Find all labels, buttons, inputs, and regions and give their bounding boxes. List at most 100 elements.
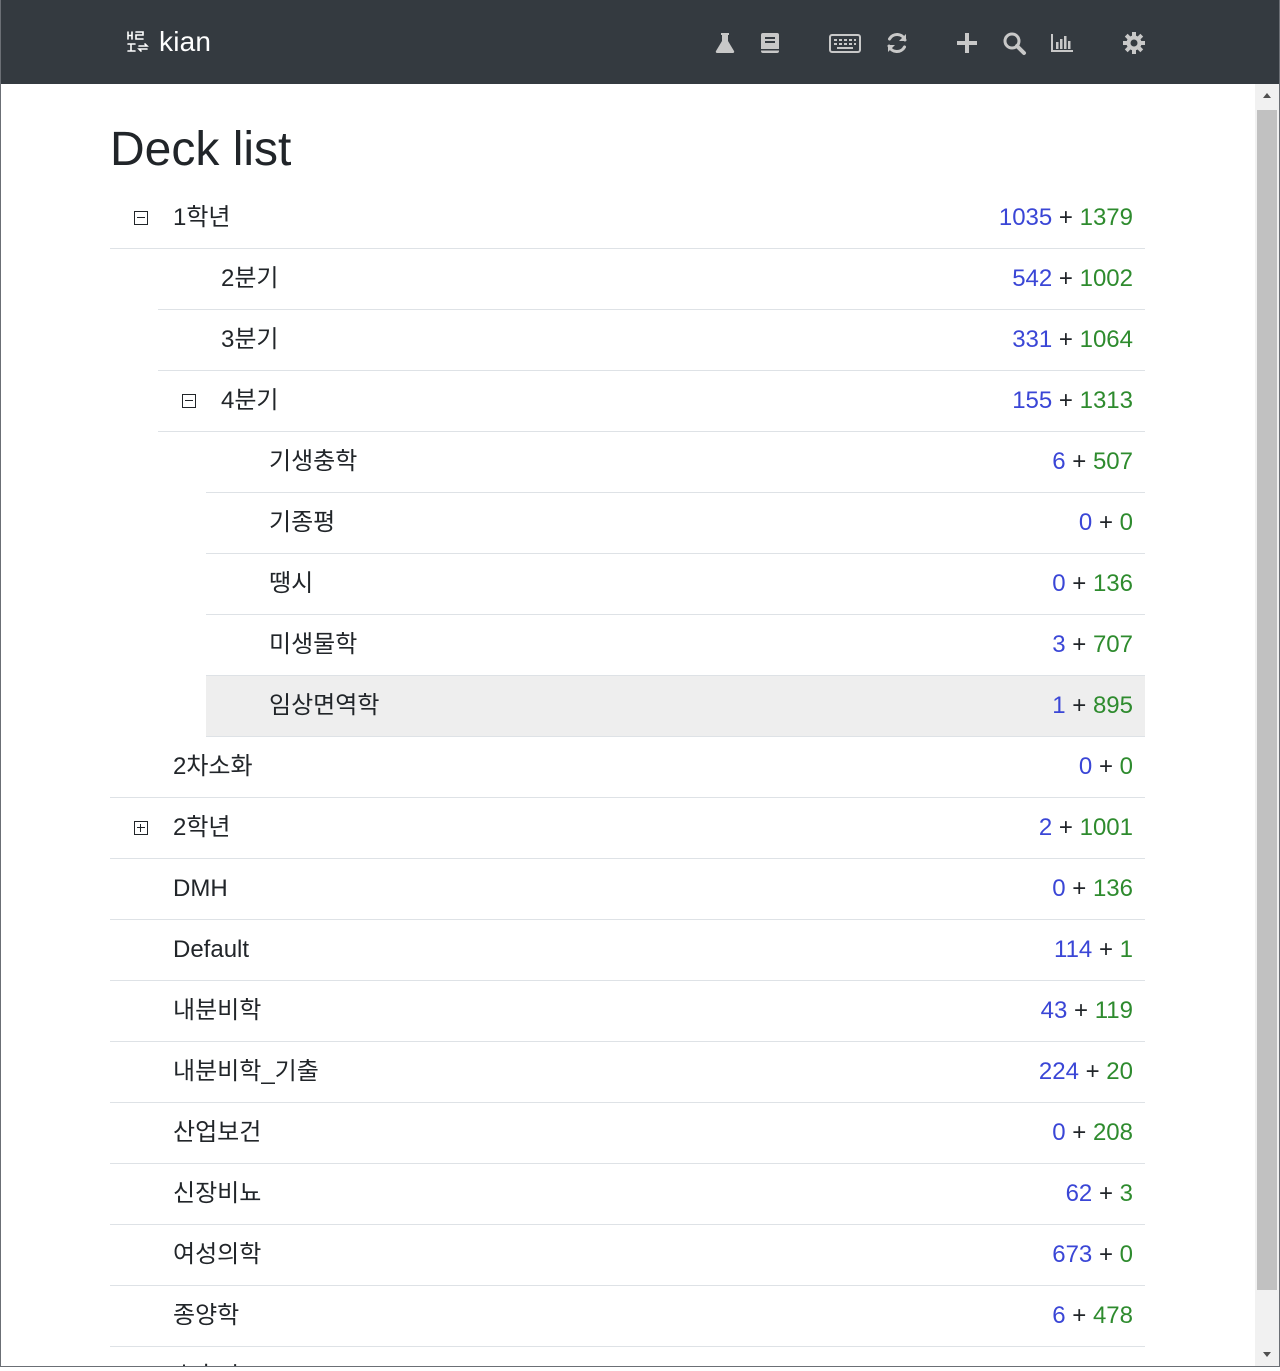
deck-counts: 6 + 478: [1052, 1286, 1133, 1346]
deck-row[interactable]: 임상면역학 1 + 895: [206, 676, 1145, 737]
scroll-up-arrow-icon[interactable]: [1255, 84, 1279, 106]
main-content: Deck list 1학년 1035 + 1379 2분기 542 + 1002 3분기…: [0, 84, 1255, 1367]
due-count: 0: [1052, 875, 1066, 902]
due-count: 0: [1078, 509, 1093, 536]
deck-row[interactable]: Default 114 + 1: [110, 920, 1145, 981]
expand-toggle-icon[interactable]: [134, 821, 148, 835]
flask-icon[interactable]: [712, 30, 738, 56]
deck-name[interactable]: 3분기: [221, 310, 279, 370]
deck-name[interactable]: 산업보건: [173, 1103, 261, 1163]
plus-icon[interactable]: [954, 30, 980, 56]
book-icon[interactable]: [757, 30, 783, 56]
deck-list: 1학년 1035 + 1379 2분기 542 + 1002 3분기 331 + 1064…: [110, 188, 1145, 1367]
deck-row[interactable]: 1학년 1035 + 1379: [110, 188, 1145, 249]
search-icon[interactable]: [1001, 30, 1027, 56]
due-count: 2: [1038, 814, 1053, 841]
deck-counts: 0 + 136: [1052, 554, 1133, 614]
deck-name[interactable]: 2학년: [173, 798, 231, 858]
plus-separator: +: [1072, 448, 1087, 475]
new-count: 895: [1092, 692, 1133, 719]
deck-row[interactable]: 신장비뇨 62 + 3: [110, 1164, 1145, 1225]
collapse-toggle-icon[interactable]: [182, 394, 196, 408]
deck-name[interactable]: 4분기: [221, 371, 279, 431]
deck-row[interactable]: 땡시 0 + 136: [206, 554, 1145, 615]
deck-row[interactable]: 내분비학 43 + 119: [110, 981, 1145, 1042]
deck-name[interactable]: 내분비학: [173, 981, 261, 1041]
deck-row[interactable]: 2학년 2 + 1001: [110, 798, 1145, 859]
new-count: 0: [1120, 1363, 1133, 1367]
deck-name[interactable]: 미생물학: [269, 615, 357, 675]
deck-row[interactable]: 미생물학 3 + 707: [206, 615, 1145, 676]
deck-row[interactable]: 4분기 155 + 1313: [158, 371, 1145, 432]
deck-name[interactable]: 2분기: [221, 249, 279, 309]
page-title: Deck list: [110, 123, 292, 176]
deck-counts: 224 + 20: [1039, 1042, 1133, 1102]
deck-name[interactable]: 신장비뇨: [173, 1164, 261, 1224]
new-count: 1001: [1079, 814, 1133, 841]
deck-counts: 0 + 0: [1079, 737, 1133, 797]
deck-row[interactable]: 3분기 331 + 1064: [158, 310, 1145, 371]
deck-name[interactable]: 호흡기: [173, 1347, 239, 1367]
plus-separator: +: [1072, 1302, 1087, 1329]
deck-name[interactable]: 임상면역학: [269, 676, 379, 736]
deck-name[interactable]: DMH: [173, 859, 228, 919]
plus-separator: +: [1098, 1241, 1113, 1268]
deck-name[interactable]: 기종평: [269, 493, 335, 553]
scroll-down-arrow-icon[interactable]: [1255, 1344, 1279, 1366]
due-count: 1: [1052, 692, 1066, 719]
due-count: 673: [1052, 1241, 1093, 1268]
deck-name[interactable]: 종양학: [173, 1286, 239, 1346]
deck-counts: 331 + 1064: [1012, 310, 1133, 370]
deck-row[interactable]: 2분기 542 + 1002: [158, 249, 1145, 310]
deck-row[interactable]: DMH 0 + 136: [110, 859, 1145, 920]
deck-name[interactable]: 땡시: [269, 554, 313, 614]
new-count: 136: [1092, 570, 1133, 597]
new-count: 136: [1092, 875, 1133, 902]
deck-counts: 0 + 0: [1079, 493, 1133, 553]
plus-separator: +: [1058, 387, 1073, 414]
deck-counts: 0 + 0: [1079, 1347, 1133, 1367]
vertical-scrollbar[interactable]: [1255, 84, 1279, 1366]
deck-name[interactable]: 기생충학: [269, 432, 357, 492]
due-count: 155: [1012, 387, 1053, 414]
deck-name[interactable]: 1학년: [173, 188, 231, 248]
deck-name[interactable]: 2차소화: [173, 737, 253, 797]
deck-row[interactable]: 산업보건 0 + 208: [110, 1103, 1145, 1164]
new-count: 1313: [1079, 387, 1133, 414]
sync-icon[interactable]: [884, 30, 910, 56]
plus-separator: +: [1072, 875, 1087, 902]
deck-row[interactable]: 내분비학_기출 224 + 20: [110, 1042, 1145, 1103]
collapse-toggle-icon[interactable]: [134, 211, 148, 225]
deck-row[interactable]: 여성의학 673 + 0: [110, 1225, 1145, 1286]
plus-separator: +: [1098, 509, 1113, 536]
new-count: 208: [1092, 1119, 1133, 1146]
plus-separator: +: [1098, 1180, 1113, 1207]
deck-row[interactable]: 2차소화 0 + 0: [110, 737, 1145, 798]
due-count: 0: [1078, 753, 1093, 780]
new-count: 1: [1119, 936, 1133, 963]
deck-row[interactable]: 종양학 6 + 478: [110, 1286, 1145, 1347]
new-count: 20: [1106, 1058, 1133, 1085]
new-count: 0: [1119, 509, 1133, 536]
bar-chart-icon[interactable]: [1049, 30, 1075, 56]
deck-name[interactable]: 여성의학: [173, 1225, 261, 1285]
deck-row[interactable]: 기종평 0 + 0: [206, 493, 1145, 554]
keyboard-icon[interactable]: [829, 30, 861, 56]
deck-row[interactable]: 호흡기 0 + 0: [110, 1347, 1145, 1367]
scrollbar-thumb[interactable]: [1257, 110, 1277, 1290]
deck-name[interactable]: 내분비학_기출: [173, 1042, 319, 1102]
brand-link[interactable]: kian: [125, 25, 211, 59]
due-count: 542: [1012, 265, 1053, 292]
deck-counts: 1035 + 1379: [999, 188, 1133, 248]
deck-name[interactable]: Default: [173, 920, 249, 980]
plus-separator: +: [1098, 753, 1113, 780]
deck-counts: 673 + 0: [1052, 1225, 1133, 1285]
gear-icon[interactable]: [1121, 30, 1147, 56]
kian-logo-icon: [127, 31, 149, 52]
plus-separator: +: [1072, 1119, 1087, 1146]
deck-counts: 155 + 1313: [1012, 371, 1133, 431]
new-count: 507: [1092, 448, 1133, 475]
deck-row[interactable]: 기생충학 6 + 507: [206, 432, 1145, 493]
due-count: 331: [1012, 326, 1053, 353]
brand-name: kian: [159, 26, 212, 57]
